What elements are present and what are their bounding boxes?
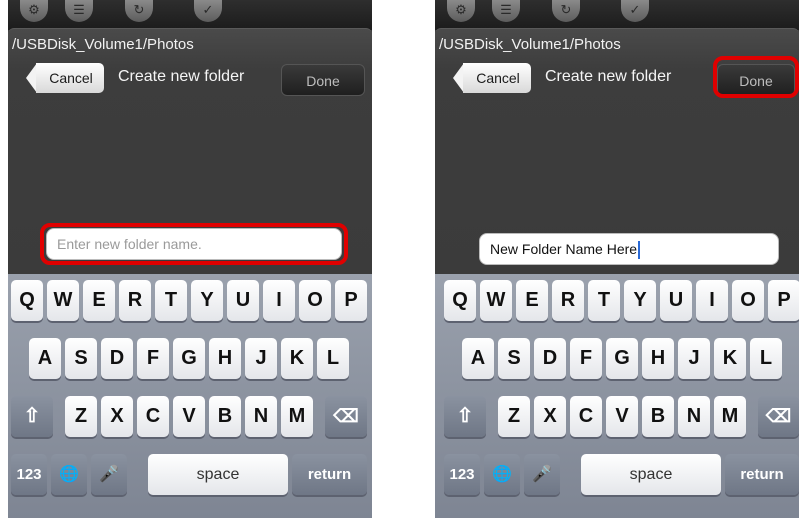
key-m[interactable]: M — [281, 396, 313, 437]
phone-screen-left: ⚙ ☰ ↻ ✓ /USBDisk_Volume1/Photos Cancel C… — [8, 0, 372, 518]
key-a[interactable]: A — [462, 338, 494, 379]
key-u[interactable]: U — [660, 280, 692, 321]
shift-key[interactable]: ⇧ — [11, 396, 53, 437]
gear-icon[interactable]: ⚙ — [20, 0, 48, 22]
key-b[interactable]: B — [642, 396, 674, 437]
top-toolbar: ⚙ ☰ ↻ ✓ — [8, 0, 372, 30]
key-h[interactable]: H — [642, 338, 674, 379]
gear-icon[interactable]: ⚙ — [447, 0, 475, 22]
key-f[interactable]: F — [137, 338, 169, 379]
delete-key[interactable]: ⌫ — [758, 396, 799, 437]
input-value: New Folder Name Here — [490, 241, 638, 257]
keyboard: Q W E R T Y U I O P A S D F G H J K L ⇧ … — [8, 274, 372, 518]
key-n[interactable]: N — [245, 396, 277, 437]
key-v[interactable]: V — [173, 396, 205, 437]
key-k[interactable]: K — [714, 338, 746, 379]
refresh-icon[interactable]: ↻ — [552, 0, 580, 22]
phone-screen-right: ⚙ ☰ ↻ ✓ /USBDisk_Volume1/Photos Cancel C… — [435, 0, 799, 518]
dialog-title: Create new folder — [118, 68, 245, 85]
key-r[interactable]: R — [552, 280, 584, 321]
key-p[interactable]: P — [768, 280, 799, 321]
delete-key[interactable]: ⌫ — [325, 396, 367, 437]
key-y[interactable]: Y — [624, 280, 656, 321]
globe-icon[interactable]: 🌐 — [484, 454, 520, 495]
key-h[interactable]: H — [209, 338, 241, 379]
key-u[interactable]: U — [227, 280, 259, 321]
key-i[interactable]: I — [263, 280, 295, 321]
key-g[interactable]: G — [606, 338, 638, 379]
key-e[interactable]: E — [83, 280, 115, 321]
space-key[interactable]: space — [581, 454, 721, 495]
key-z[interactable]: Z — [65, 396, 97, 437]
done-highlight — [713, 56, 799, 98]
key-x[interactable]: X — [534, 396, 566, 437]
folder-path: /USBDisk_Volume1/Photos — [12, 36, 194, 53]
cancel-button[interactable]: Cancel — [26, 63, 105, 93]
cancel-button[interactable]: Cancel — [453, 63, 532, 93]
key-t[interactable]: T — [588, 280, 620, 321]
key-q[interactable]: Q — [11, 280, 43, 321]
space-key[interactable]: space — [148, 454, 288, 495]
key-l[interactable]: L — [317, 338, 349, 379]
keyboard: Q W E R T Y U I O P A S D F G H J K L ⇧ … — [435, 274, 799, 518]
cancel-label: Cancel — [476, 70, 520, 86]
key-q[interactable]: Q — [444, 280, 476, 321]
key-j[interactable]: J — [245, 338, 277, 379]
list-icon[interactable]: ☰ — [65, 0, 93, 22]
key-x[interactable]: X — [101, 396, 133, 437]
top-toolbar: ⚙ ☰ ↻ ✓ — [435, 0, 799, 30]
key-b[interactable]: B — [209, 396, 241, 437]
key-k[interactable]: K — [281, 338, 313, 379]
key-m[interactable]: M — [714, 396, 746, 437]
folder-name-input[interactable]: New Folder Name Here — [479, 233, 779, 265]
key-d[interactable]: D — [534, 338, 566, 379]
key-t[interactable]: T — [155, 280, 187, 321]
key-i[interactable]: I — [696, 280, 728, 321]
key-l[interactable]: L — [750, 338, 782, 379]
key-y[interactable]: Y — [191, 280, 223, 321]
done-button[interactable]: Done — [281, 64, 365, 96]
key-v[interactable]: V — [606, 396, 638, 437]
microphone-icon[interactable]: 🎤 — [91, 454, 127, 495]
folder-path: /USBDisk_Volume1/Photos — [439, 36, 621, 53]
key-n[interactable]: N — [678, 396, 710, 437]
key-a[interactable]: A — [29, 338, 61, 379]
key-s[interactable]: S — [65, 338, 97, 379]
list-icon[interactable]: ☰ — [492, 0, 520, 22]
key-w[interactable]: W — [47, 280, 79, 321]
key-z[interactable]: Z — [498, 396, 530, 437]
numbers-key[interactable]: 123 — [11, 454, 47, 495]
shift-key[interactable]: ⇧ — [444, 396, 486, 437]
microphone-icon[interactable]: 🎤 — [524, 454, 560, 495]
key-o[interactable]: O — [732, 280, 764, 321]
return-key[interactable]: return — [725, 454, 799, 495]
key-w[interactable]: W — [480, 280, 512, 321]
key-p[interactable]: P — [335, 280, 367, 321]
key-d[interactable]: D — [101, 338, 133, 379]
check-icon[interactable]: ✓ — [621, 0, 649, 22]
key-s[interactable]: S — [498, 338, 530, 379]
check-icon[interactable]: ✓ — [194, 0, 222, 22]
key-f[interactable]: F — [570, 338, 602, 379]
return-key[interactable]: return — [292, 454, 367, 495]
key-j[interactable]: J — [678, 338, 710, 379]
key-o[interactable]: O — [299, 280, 331, 321]
key-c[interactable]: C — [570, 396, 602, 437]
cancel-label: Cancel — [49, 70, 93, 86]
key-e[interactable]: E — [516, 280, 548, 321]
refresh-icon[interactable]: ↻ — [125, 0, 153, 22]
key-c[interactable]: C — [137, 396, 169, 437]
input-highlight — [40, 223, 348, 265]
globe-icon[interactable]: 🌐 — [51, 454, 87, 495]
key-g[interactable]: G — [173, 338, 205, 379]
dialog-title: Create new folder — [545, 68, 672, 85]
text-caret — [638, 241, 641, 260]
numbers-key[interactable]: 123 — [444, 454, 480, 495]
key-r[interactable]: R — [119, 280, 151, 321]
